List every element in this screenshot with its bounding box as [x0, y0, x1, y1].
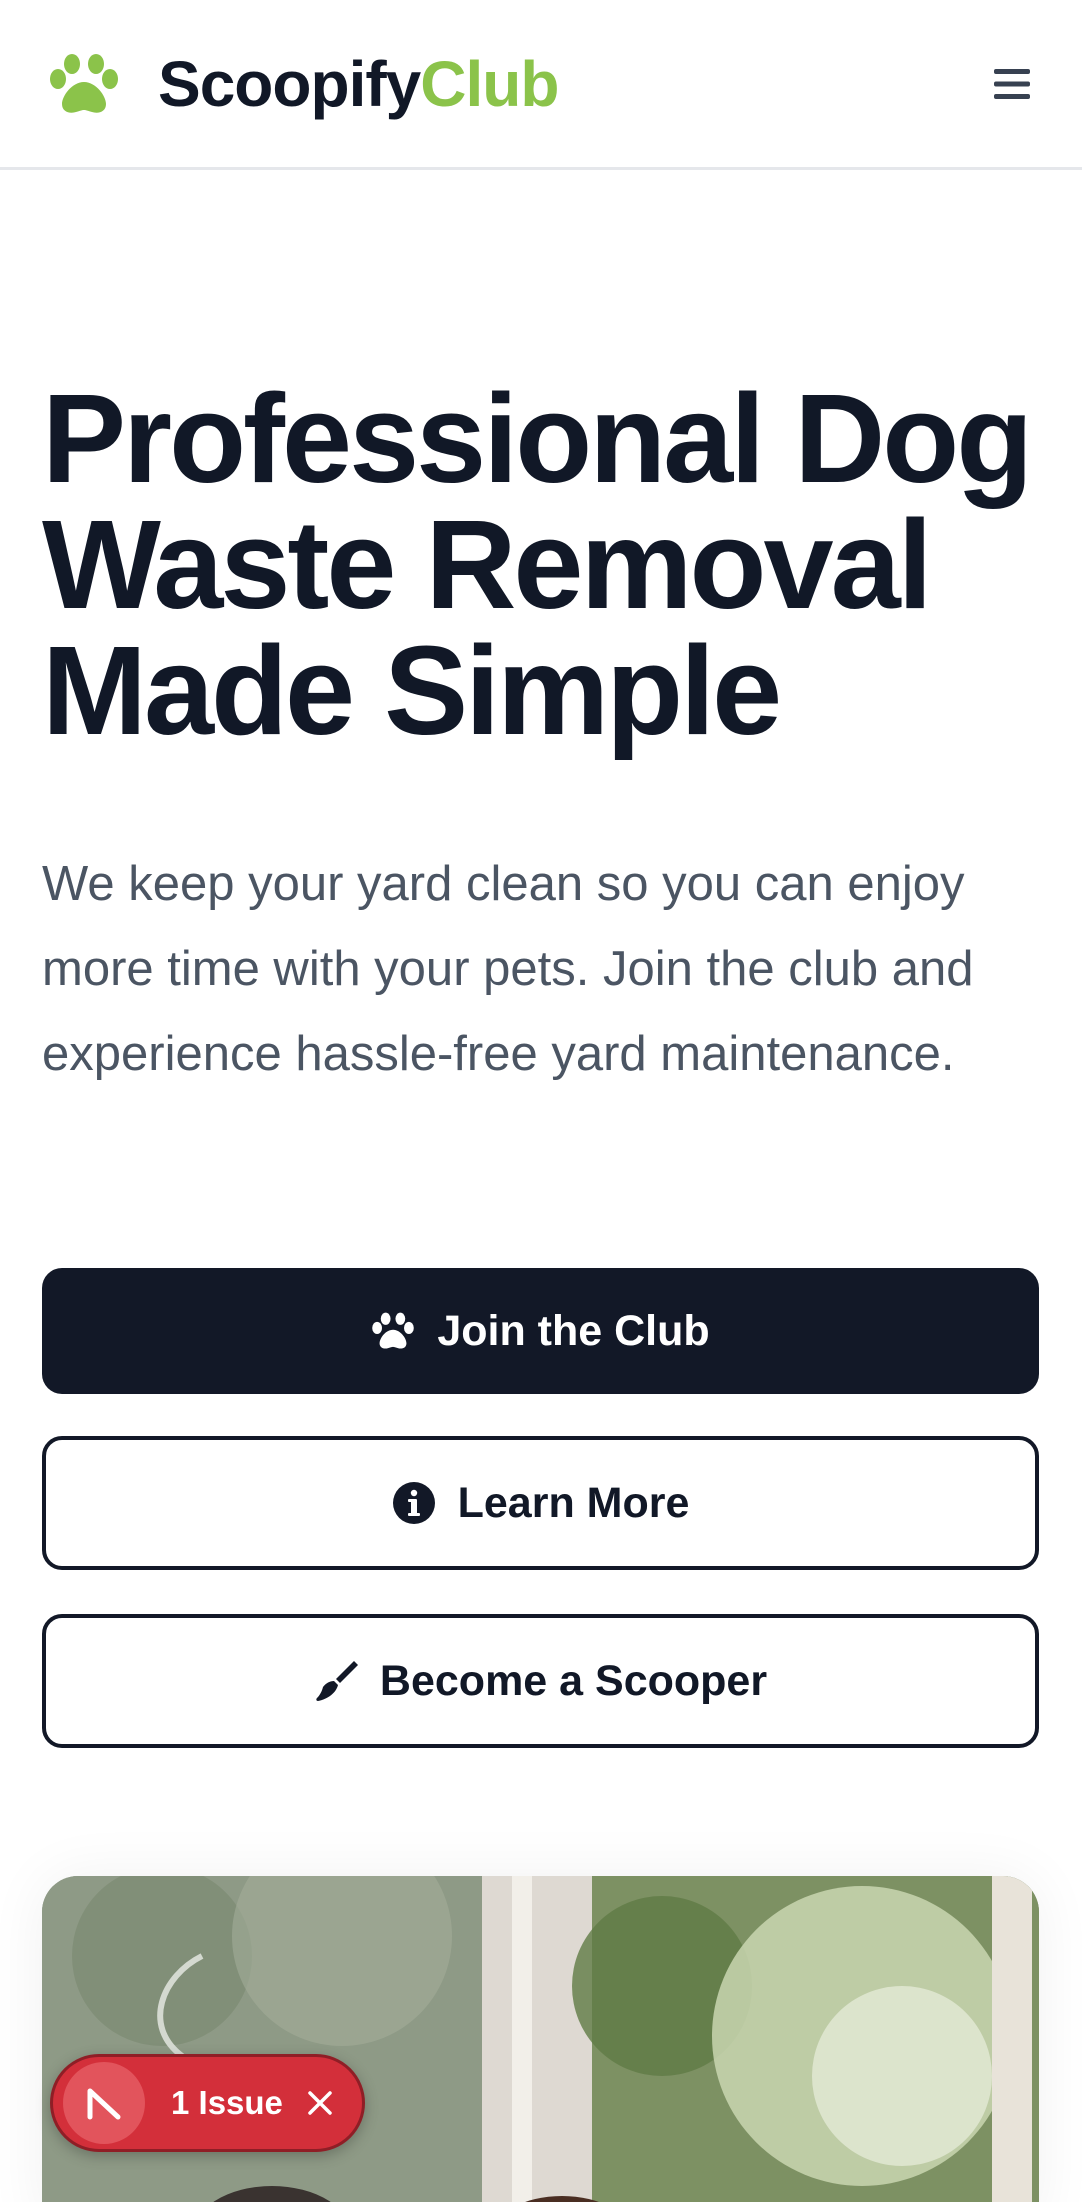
issue-badge[interactable]: 1 Issue [50, 2054, 365, 2152]
hero-title: Professional Dog Waste Removal Made Simp… [42, 376, 1052, 754]
broom-icon [316, 1661, 358, 1701]
join-club-label: Join the Club [437, 1306, 710, 1355]
page: ScoopifyClub Professional Dog Waste Remo… [0, 0, 1082, 2202]
paw-icon [50, 53, 118, 113]
site-header: ScoopifyClub [0, 0, 1082, 170]
menu-button[interactable] [984, 56, 1040, 112]
brand-logo-text[interactable]: ScoopifyClub [158, 52, 559, 116]
issue-logo-icon [63, 2062, 145, 2144]
brand-name-part2: Club [420, 47, 559, 120]
join-club-button[interactable]: Join the Club [42, 1268, 1039, 1394]
brand-name-part1: Scoopify [158, 47, 421, 120]
hero-title-line: Waste Removal [42, 494, 933, 635]
become-scooper-button[interactable]: Become a Scooper [42, 1614, 1039, 1748]
info-circle-icon [392, 1482, 435, 1524]
hero-photo-image [42, 1876, 1039, 2202]
hamburger-menu-icon [994, 68, 1030, 99]
hero-photo [42, 1876, 1039, 2202]
close-icon[interactable] [307, 2090, 333, 2116]
issue-count-label: 1 Issue [171, 2084, 283, 2121]
become-scooper-label: Become a Scooper [379, 1656, 768, 1705]
hero-title-line: Made Simple [42, 620, 782, 761]
hero-title-line: Professional Dog [42, 368, 1033, 509]
hero-subtitle: We keep your yard clean so you can enjoy… [42, 857, 974, 1081]
paw-icon [372, 1312, 415, 1349]
learn-more-button[interactable]: Learn More [42, 1436, 1039, 1570]
learn-more-label: Learn More [457, 1478, 690, 1527]
